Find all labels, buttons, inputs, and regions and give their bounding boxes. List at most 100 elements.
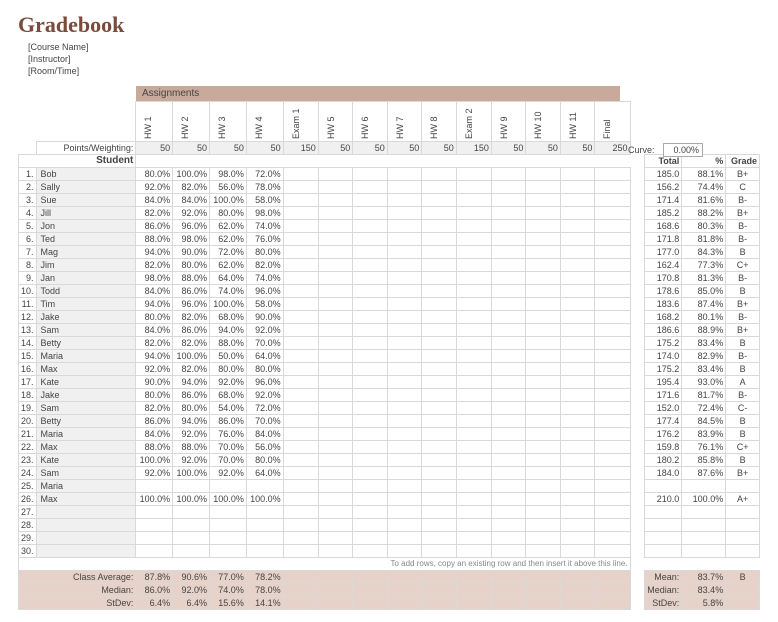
score-cell[interactable] bbox=[353, 519, 388, 532]
score-cell[interactable]: 86.0% bbox=[173, 389, 210, 402]
score-cell[interactable] bbox=[318, 402, 353, 415]
score-cell[interactable] bbox=[246, 519, 283, 532]
score-cell[interactable] bbox=[456, 350, 491, 363]
score-cell[interactable] bbox=[283, 493, 318, 506]
score-cell[interactable] bbox=[491, 532, 526, 545]
score-cell[interactable]: 100.0% bbox=[173, 350, 210, 363]
score-cell[interactable]: 94.0% bbox=[173, 376, 210, 389]
score-cell[interactable] bbox=[353, 246, 388, 259]
student-name-cell[interactable]: Max bbox=[36, 493, 136, 506]
score-cell[interactable]: 82.0% bbox=[136, 337, 173, 350]
score-cell[interactable]: 56.0% bbox=[246, 441, 283, 454]
score-cell[interactable] bbox=[456, 519, 491, 532]
score-cell[interactable] bbox=[353, 532, 388, 545]
score-cell[interactable]: 80.0% bbox=[136, 389, 173, 402]
score-cell[interactable] bbox=[560, 402, 595, 415]
score-cell[interactable] bbox=[526, 454, 561, 467]
score-cell[interactable] bbox=[173, 506, 210, 519]
score-cell[interactable] bbox=[456, 493, 491, 506]
score-cell[interactable] bbox=[353, 467, 388, 480]
score-cell[interactable] bbox=[387, 246, 422, 259]
score-cell[interactable] bbox=[526, 415, 561, 428]
score-cell[interactable] bbox=[560, 545, 595, 558]
score-cell[interactable] bbox=[560, 298, 595, 311]
score-cell[interactable]: 88.0% bbox=[173, 441, 210, 454]
student-name-cell[interactable] bbox=[36, 519, 136, 532]
student-name-cell[interactable] bbox=[36, 545, 136, 558]
score-cell[interactable]: 94.0% bbox=[136, 246, 173, 259]
score-cell[interactable] bbox=[422, 207, 457, 220]
score-cell[interactable]: 88.0% bbox=[136, 233, 173, 246]
score-cell[interactable] bbox=[595, 337, 630, 350]
score-cell[interactable]: 80.0% bbox=[173, 402, 210, 415]
score-cell[interactable] bbox=[491, 454, 526, 467]
score-cell[interactable] bbox=[526, 220, 561, 233]
score-cell[interactable] bbox=[353, 194, 388, 207]
student-name-cell[interactable]: Betty bbox=[36, 415, 136, 428]
student-name-cell[interactable]: Maria bbox=[36, 428, 136, 441]
score-cell[interactable] bbox=[456, 246, 491, 259]
student-name-cell[interactable]: Jake bbox=[36, 311, 136, 324]
score-cell[interactable] bbox=[491, 207, 526, 220]
score-cell[interactable] bbox=[526, 519, 561, 532]
score-cell[interactable] bbox=[318, 350, 353, 363]
score-cell[interactable] bbox=[283, 402, 318, 415]
student-name-cell[interactable] bbox=[36, 506, 136, 519]
score-cell[interactable] bbox=[318, 337, 353, 350]
score-cell[interactable] bbox=[456, 181, 491, 194]
score-cell[interactable] bbox=[283, 272, 318, 285]
score-cell[interactable] bbox=[387, 480, 422, 493]
score-cell[interactable]: 92.0% bbox=[136, 181, 173, 194]
score-cell[interactable] bbox=[595, 194, 630, 207]
score-cell[interactable] bbox=[491, 272, 526, 285]
score-cell[interactable] bbox=[491, 441, 526, 454]
score-cell[interactable] bbox=[210, 519, 247, 532]
score-cell[interactable] bbox=[283, 428, 318, 441]
score-cell[interactable] bbox=[456, 467, 491, 480]
score-cell[interactable] bbox=[387, 233, 422, 246]
score-cell[interactable]: 64.0% bbox=[246, 350, 283, 363]
score-cell[interactable] bbox=[387, 376, 422, 389]
score-cell[interactable] bbox=[422, 272, 457, 285]
points-cell[interactable]: 50 bbox=[560, 142, 595, 155]
score-cell[interactable] bbox=[491, 389, 526, 402]
score-cell[interactable] bbox=[560, 454, 595, 467]
score-cell[interactable] bbox=[456, 168, 491, 181]
score-cell[interactable] bbox=[283, 298, 318, 311]
score-cell[interactable]: 84.0% bbox=[136, 285, 173, 298]
score-cell[interactable] bbox=[595, 428, 630, 441]
score-cell[interactable] bbox=[136, 480, 173, 493]
score-cell[interactable]: 90.0% bbox=[246, 311, 283, 324]
points-cell[interactable]: 150 bbox=[456, 142, 491, 155]
score-cell[interactable] bbox=[560, 311, 595, 324]
score-cell[interactable]: 92.0% bbox=[136, 363, 173, 376]
points-cell[interactable]: 50 bbox=[173, 142, 210, 155]
score-cell[interactable] bbox=[387, 285, 422, 298]
curve-value[interactable]: 0.00% bbox=[663, 143, 703, 157]
score-cell[interactable] bbox=[560, 207, 595, 220]
score-cell[interactable] bbox=[283, 506, 318, 519]
score-cell[interactable] bbox=[318, 428, 353, 441]
score-cell[interactable]: 82.0% bbox=[173, 363, 210, 376]
score-cell[interactable] bbox=[283, 389, 318, 402]
score-cell[interactable]: 96.0% bbox=[246, 376, 283, 389]
score-cell[interactable]: 100.0% bbox=[210, 493, 247, 506]
score-cell[interactable]: 92.0% bbox=[210, 467, 247, 480]
score-cell[interactable] bbox=[387, 402, 422, 415]
score-cell[interactable] bbox=[318, 506, 353, 519]
score-cell[interactable] bbox=[595, 298, 630, 311]
score-cell[interactable]: 86.0% bbox=[136, 415, 173, 428]
score-cell[interactable] bbox=[456, 532, 491, 545]
score-cell[interactable]: 80.0% bbox=[246, 246, 283, 259]
score-cell[interactable] bbox=[595, 467, 630, 480]
score-cell[interactable] bbox=[387, 350, 422, 363]
score-cell[interactable] bbox=[387, 493, 422, 506]
score-cell[interactable] bbox=[560, 441, 595, 454]
score-cell[interactable]: 76.0% bbox=[210, 428, 247, 441]
score-cell[interactable] bbox=[318, 480, 353, 493]
score-cell[interactable] bbox=[491, 376, 526, 389]
score-cell[interactable] bbox=[422, 246, 457, 259]
score-cell[interactable] bbox=[422, 454, 457, 467]
score-cell[interactable] bbox=[526, 298, 561, 311]
score-cell[interactable] bbox=[422, 337, 457, 350]
